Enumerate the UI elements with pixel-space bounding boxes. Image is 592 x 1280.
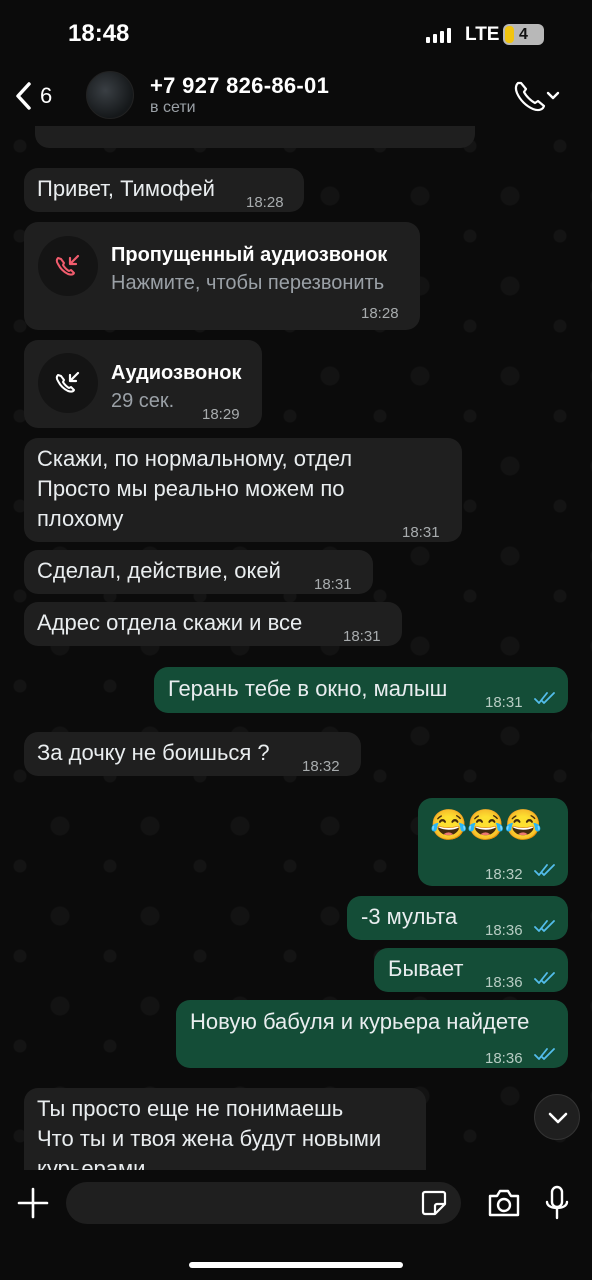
message-incoming[interactable]: Сделал, действие, окей 18:31 <box>24 550 373 594</box>
message-text: -3 мульта <box>361 904 458 929</box>
sticker-icon[interactable] <box>419 1188 449 1218</box>
message-time: 18:28 <box>246 194 284 211</box>
message-bubble-partial <box>35 126 475 148</box>
message-text: Герань тебе в окно, малыш <box>168 676 448 701</box>
message-incoming[interactable]: Скажи, по нормальному, отдел Просто мы р… <box>24 438 462 542</box>
scroll-down-button[interactable] <box>534 1094 580 1140</box>
message-input[interactable] <box>66 1182 461 1224</box>
status-bar: 18:48 LTE 4 <box>0 0 592 64</box>
read-ticks-icon <box>534 692 555 704</box>
unread-count: 6 <box>40 83 53 108</box>
call-title: Пропущенный аудиозвонок <box>111 244 388 266</box>
message-time: 18:36 <box>485 1050 523 1067</box>
message-incoming[interactable]: Адрес отдела скажи и все 18:31 <box>24 602 402 646</box>
call-title: Аудиозвонок <box>111 362 242 384</box>
message-text: Адрес отдела скажи и все <box>37 610 303 635</box>
message-outgoing[interactable]: -3 мульта 18:36 <box>347 896 568 940</box>
chat-area[interactable]: Привет, Тимофей 18:28 Пропущенный аудиоз… <box>0 126 592 1170</box>
contact-status: в сети <box>150 99 196 116</box>
message-time: 18:31 <box>402 524 440 541</box>
read-ticks-icon <box>534 920 555 932</box>
chat-header: 6 +7 927 826-86-01 в сети <box>0 64 592 126</box>
back-button[interactable]: 6 <box>14 74 70 118</box>
message-text: Привет, Тимофей <box>37 176 215 201</box>
message-incoming[interactable]: Привет, Тимофей 18:28 <box>24 168 304 212</box>
message-incoming[interactable]: Ты просто еще не понимаешь Что ты и твоя… <box>24 1088 426 1170</box>
signal-icon <box>426 27 451 43</box>
plus-icon[interactable] <box>16 1186 50 1220</box>
call-button[interactable] <box>510 76 562 116</box>
battery-icon: 4 <box>503 24 544 45</box>
message-time: 18:31 <box>485 694 523 711</box>
contact-name[interactable]: +7 927 826-86-01 <box>150 73 329 99</box>
battery-level: 4 <box>519 26 528 43</box>
message-text: Скажи, по нормальному, отдел Просто мы р… <box>37 446 353 531</box>
message-time: 18:31 <box>314 576 352 593</box>
status-time: 18:48 <box>68 20 130 47</box>
message-time: 18:29 <box>202 406 240 423</box>
message-time: 18:36 <box>485 974 523 991</box>
missed-call-icon <box>55 254 80 276</box>
missed-call-message[interactable]: Пропущенный аудиозвонок Нажмите, чтобы п… <box>24 222 420 330</box>
message-incoming[interactable]: За дочку не боишься ? 18:32 <box>24 732 361 776</box>
message-time: 18:28 <box>361 305 399 322</box>
message-text: Сделал, действие, окей <box>37 558 281 583</box>
message-time: 18:31 <box>343 628 381 645</box>
message-text: Бывает <box>388 956 464 981</box>
message-time: 18:36 <box>485 922 523 939</box>
home-indicator[interactable] <box>189 1262 403 1268</box>
message-outgoing[interactable]: Бывает 18:36 <box>374 948 568 992</box>
call-subtitle: Нажмите, чтобы перезвонить <box>111 272 385 294</box>
avatar[interactable] <box>86 71 134 119</box>
missed-call-icon-circle <box>38 236 98 296</box>
chevron-left-icon <box>16 82 31 110</box>
network-type: LTE <box>465 24 500 45</box>
message-outgoing[interactable]: Новую бабуля и курьера найдете 18:36 <box>176 1000 568 1068</box>
call-duration: 29 сек. <box>111 390 175 412</box>
read-ticks-icon <box>534 1048 555 1060</box>
input-bar <box>0 1170 592 1280</box>
message-outgoing[interactable]: Герань тебе в окно, малыш 18:31 <box>154 667 568 713</box>
message-time: 18:32 <box>485 866 523 883</box>
call-icon-circle <box>38 353 98 413</box>
incoming-call-icon <box>55 371 80 393</box>
message-emoji: 😂😂😂 <box>430 809 543 842</box>
camera-icon[interactable] <box>486 1186 522 1220</box>
message-text: За дочку не боишься ? <box>37 740 270 765</box>
message-time: 18:32 <box>302 758 340 775</box>
read-ticks-icon <box>534 972 555 984</box>
message-text: Новую бабуля и курьера найдете <box>190 1009 530 1034</box>
chevron-down-icon <box>548 1112 568 1124</box>
audio-call-message[interactable]: Аудиозвонок 29 сек. 18:29 <box>24 340 262 428</box>
message-text: Ты просто еще не понимаешь Что ты и твоя… <box>37 1096 382 1170</box>
phone-icon <box>514 81 560 112</box>
microphone-icon[interactable] <box>543 1184 571 1222</box>
read-ticks-icon <box>534 864 555 876</box>
message-outgoing[interactable]: 😂😂😂 18:32 <box>418 798 568 886</box>
